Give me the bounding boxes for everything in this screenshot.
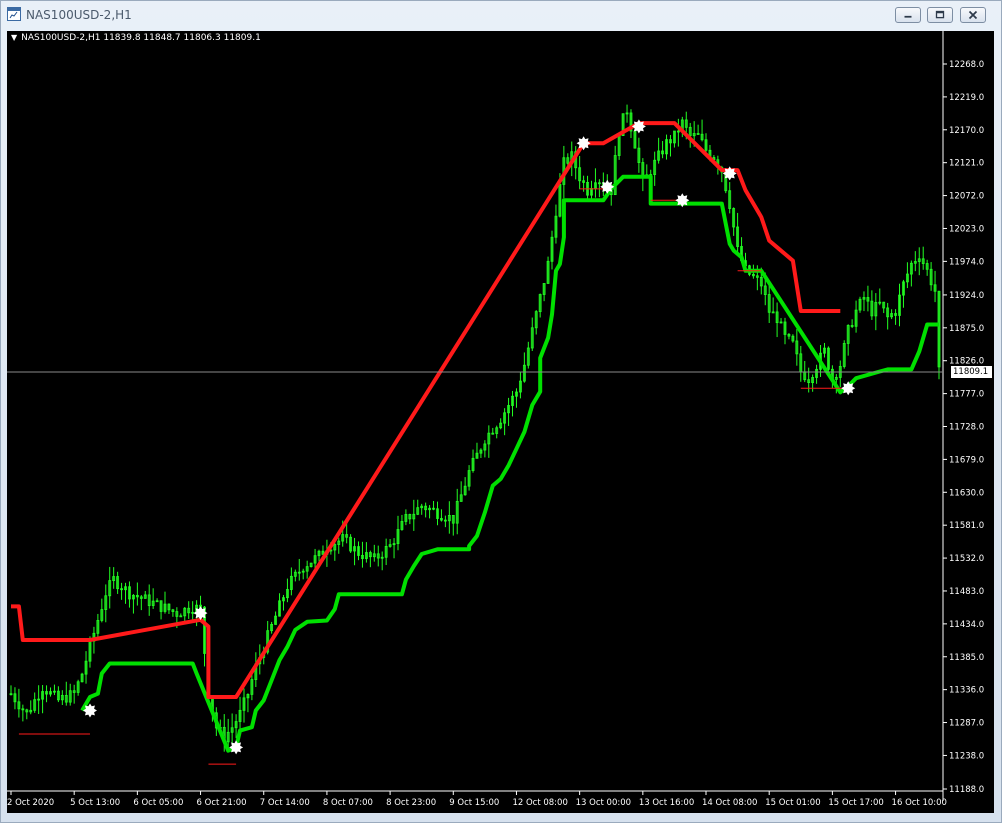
time-tick-label: 2 Oct 2020 — [7, 798, 54, 808]
chart-window-icon — [7, 7, 21, 21]
signal-marker-icon — [83, 703, 97, 718]
time-tick-label: 14 Oct 08:00 — [702, 798, 757, 808]
dropdown-triangle-icon[interactable]: ▼ — [11, 33, 17, 42]
restore-button[interactable] — [927, 7, 953, 23]
price-tick-label: 11532.0 — [949, 554, 984, 564]
current-price-tag: 11809.1 — [951, 366, 992, 379]
signal-marker-icon — [229, 740, 244, 755]
time-tick-label: 8 Oct 07:00 — [323, 798, 373, 808]
title-bar[interactable]: NAS100USD-2,H1 — [0, 0, 1000, 30]
time-tick-label: 13 Oct 00:00 — [576, 798, 631, 808]
price-tick-label: 11728.0 — [949, 423, 984, 433]
price-tick-label: 11630.0 — [949, 488, 984, 498]
price-tick-label: 11385.0 — [949, 653, 984, 663]
price-chart[interactable]: 12268.0 12219.0 12170.0 12121.0 12072.0 12023… — [7, 31, 994, 813]
time-tick-label: 7 Oct 14:00 — [260, 798, 310, 808]
window-title: NAS100USD-2,H1 — [26, 8, 132, 22]
time-tick-label: 8 Oct 23:00 — [386, 798, 436, 808]
price-tick-label: 11287.0 — [949, 719, 984, 729]
close-button[interactable] — [960, 7, 986, 23]
price-tick-label: 11188.0 — [949, 785, 984, 795]
price-tick-label: 12072.0 — [949, 192, 984, 202]
minimize-button[interactable] — [895, 7, 921, 23]
price-tick-label: 12268.0 — [949, 60, 984, 70]
price-tick-label: 11679.0 — [949, 455, 984, 465]
price-tick-label: 12170.0 — [949, 126, 984, 136]
price-tick-label: 12121.0 — [949, 159, 984, 169]
time-tick-label: 12 Oct 08:00 — [512, 798, 567, 808]
price-tick-label: 11483.0 — [949, 587, 984, 597]
time-tick-label: 16 Oct 10:00 — [892, 798, 947, 808]
close-icon — [968, 10, 978, 20]
price-tick-label: 11581.0 — [949, 521, 984, 531]
price-tick-label: 11777.0 — [949, 390, 984, 400]
resistance-step-line — [11, 121, 841, 699]
candle-body — [771, 311, 775, 314]
time-tick-label: 6 Oct 21:00 — [197, 798, 247, 808]
symbol-ohlc-text: NAS100USD-2,H1 11839.8 11848.7 11806.3 1… — [21, 33, 261, 43]
price-tick-label: 12023.0 — [949, 224, 984, 234]
minimize-icon — [904, 15, 912, 18]
time-tick-label: 13 Oct 16:00 — [639, 798, 694, 808]
price-tick-label: 11238.0 — [949, 751, 984, 761]
price-tick-label: 11974.0 — [949, 257, 984, 267]
chart-canvas[interactable]: 12268.0 12219.0 12170.0 12121.0 12072.0 12023… — [7, 31, 994, 813]
time-tick-label: 15 Oct 01:00 — [765, 798, 820, 808]
time-tick-label: 15 Oct 17:00 — [828, 798, 883, 808]
signal-marker-icon — [576, 136, 591, 151]
restore-icon — [935, 10, 945, 19]
price-tick-label: 11875.0 — [949, 324, 984, 334]
price-tick-label: 11924.0 — [949, 291, 984, 301]
symbol-header: ▼ NAS100USD-2,H1 11839.8 11848.7 11806.3 … — [11, 33, 261, 43]
time-tick-label: 6 Oct 05:00 — [133, 798, 183, 808]
time-tick-label: 5 Oct 13:00 — [70, 798, 120, 808]
price-tick-label: 12219.0 — [949, 93, 984, 103]
time-tick-label: 9 Oct 15:00 — [449, 798, 499, 808]
chart-window-icon-glyph — [8, 8, 20, 19]
price-tick-label: 11336.0 — [949, 686, 984, 696]
price-tick-label: 11434.0 — [949, 620, 984, 630]
